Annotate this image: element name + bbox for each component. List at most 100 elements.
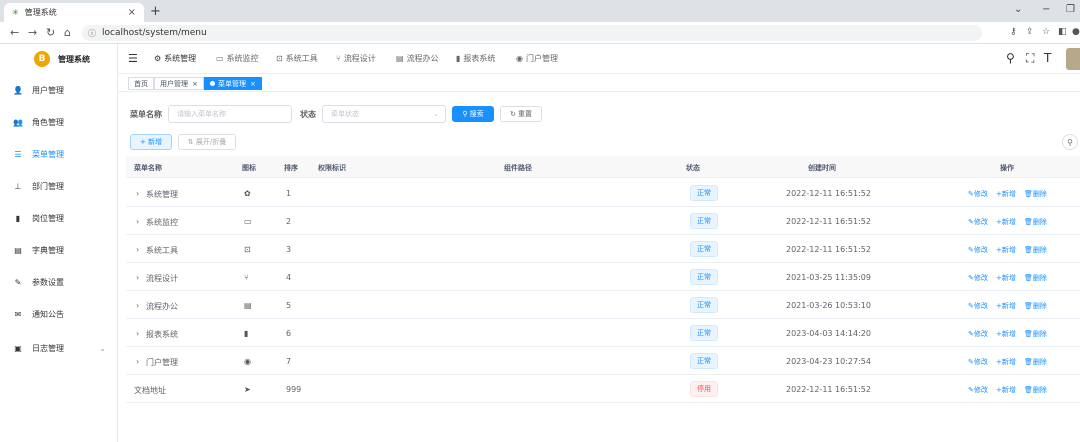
- expand-chevron-icon[interactable]: ›: [136, 357, 139, 366]
- fullscreen-icon[interactable]: ⛶: [1026, 51, 1034, 66]
- back-icon[interactable]: ←: [10, 26, 19, 39]
- key-icon[interactable]: ⚷: [1010, 27, 1017, 37]
- status-badge: 正常: [690, 269, 718, 285]
- url-field[interactable]: ⓘ localhost/system/menu: [82, 25, 982, 41]
- expand-collapse-button[interactable]: ⇅ 展开/折叠: [178, 134, 236, 150]
- edit-button[interactable]: ✎修改: [968, 189, 988, 199]
- table-row[interactable]: › 系统管理 ✿ 1 正常 2022-12-11 16:51:52 ✎修改 +新增 🗑删除: [126, 179, 1080, 207]
- order-cell: 5: [286, 301, 292, 310]
- sidebar-item[interactable]: ✎ 参数设置: [0, 272, 118, 292]
- topnav-item[interactable]: ▤ 流程办公: [396, 53, 439, 64]
- table-row[interactable]: › 系统监控 ▭ 2 正常 2022-12-11 16:51:52 ✎修改 +新增 🗑删除: [126, 207, 1080, 235]
- home-icon[interactable]: ⌂: [64, 26, 71, 39]
- topnav-item[interactable]: ▮ 报表系统: [456, 53, 495, 64]
- topnav-item[interactable]: ▭ 系统监控: [216, 53, 259, 64]
- edit-button[interactable]: ✎修改: [968, 329, 988, 339]
- search-icon[interactable]: ⚲: [1006, 51, 1015, 65]
- add-child-button[interactable]: +新增: [996, 189, 1016, 199]
- sidebar-item[interactable]: ▤ 字典管理: [0, 240, 118, 260]
- add-child-button[interactable]: +新增: [996, 217, 1016, 227]
- edit-button[interactable]: ✎修改: [968, 273, 988, 283]
- add-child-button[interactable]: +新增: [996, 357, 1016, 367]
- delete-button[interactable]: 🗑删除: [1024, 385, 1047, 395]
- delete-button[interactable]: 🗑删除: [1024, 329, 1047, 339]
- delete-button[interactable]: 🗑删除: [1024, 217, 1047, 227]
- close-icon[interactable]: ×: [250, 80, 256, 88]
- table-row[interactable]: › 流程办公 ▤ 5 正常 2021-03-26 10:53:10 ✎修改 +新增 🗑删除: [126, 291, 1080, 319]
- sidebar-item-label: 参数设置: [32, 277, 64, 287]
- delete-button[interactable]: 🗑删除: [1024, 273, 1047, 283]
- expand-chevron-icon[interactable]: ›: [136, 189, 139, 198]
- col-name: 菜单名称: [134, 164, 162, 172]
- add-child-button[interactable]: +新增: [996, 385, 1016, 395]
- edit-button[interactable]: ✎修改: [968, 357, 988, 367]
- star-icon[interactable]: ☆: [1042, 27, 1050, 37]
- top-navbar: ☰ ⚙ 系统管理 ▭ 系统监控 ⊡ 系统工具 ⑂ 流程设计 ▤ 流程办公 ▮ 报表系统 ◉ 门户管理 ⚲ …: [118, 44, 1080, 74]
- tag-menu[interactable]: 菜单管理 ×: [204, 77, 262, 90]
- reload-icon[interactable]: ↻: [46, 26, 55, 39]
- topnav-item-label: 流程办公: [406, 54, 439, 63]
- sidebar-item[interactable]: ▮ 岗位管理: [0, 208, 118, 228]
- reset-button[interactable]: ↻ 重置: [500, 106, 542, 122]
- sidebar-item[interactable]: ▣ 日志管理 ⌄: [0, 338, 118, 358]
- delete-button[interactable]: 🗑删除: [1024, 189, 1047, 199]
- tag-user[interactable]: 用户管理 ×: [154, 77, 204, 90]
- profile-icon[interactable]: ●: [1072, 27, 1080, 37]
- sidebar-item[interactable]: ✉ 通知公告: [0, 304, 118, 324]
- expand-chevron-icon[interactable]: ›: [136, 301, 139, 310]
- chevron-down-icon[interactable]: ⌄: [1014, 4, 1022, 15]
- table-row[interactable]: › 系统工具 ⊡ 3 正常 2022-12-11 16:51:52 ✎修改 +新增 🗑删除: [126, 235, 1080, 263]
- sidebar-item[interactable]: 👥 角色管理: [0, 112, 118, 132]
- add-child-button[interactable]: +新增: [996, 273, 1016, 283]
- sidebar-item[interactable]: ☰ 菜单管理: [0, 144, 118, 164]
- topnav-item[interactable]: ⊡ 系统工具: [276, 53, 318, 64]
- browser-tab[interactable]: ✳ 管理系统 ×: [4, 3, 144, 22]
- tag-home[interactable]: 首页: [128, 77, 154, 90]
- restore-icon[interactable]: ❐: [1066, 4, 1075, 15]
- hamburger-icon[interactable]: ☰: [128, 52, 138, 65]
- minimize-icon[interactable]: −: [1042, 4, 1050, 15]
- table-row[interactable]: 文档地址 ➤ 999 停用 2022-12-11 16:51:52 ✎修改 +新增 🗑删除: [126, 375, 1080, 403]
- edit-button[interactable]: ✎修改: [968, 217, 988, 227]
- status-select[interactable]: 菜单状态 ⌄: [322, 105, 446, 123]
- created-cell: 2022-12-11 16:51:52: [786, 189, 871, 198]
- topnav-item[interactable]: ◉ 门户管理: [516, 53, 558, 64]
- info-icon[interactable]: ⓘ: [88, 28, 96, 39]
- edit-button[interactable]: ✎修改: [968, 245, 988, 255]
- avatar[interactable]: [1066, 48, 1080, 70]
- close-icon[interactable]: ×: [192, 80, 198, 88]
- add-child-button[interactable]: +新增: [996, 245, 1016, 255]
- toggle-search-icon[interactable]: ⚲: [1062, 134, 1078, 150]
- search-button[interactable]: ⚲ 搜索: [452, 106, 494, 122]
- share-icon[interactable]: ⇪: [1026, 27, 1034, 37]
- sidebar-item-label: 角色管理: [32, 117, 64, 127]
- table-row[interactable]: › 门户管理 ◉ 7 正常 2023-04-23 10:27:54 ✎修改 +新增 🗑删除: [126, 347, 1080, 375]
- topnav-item[interactable]: ⑂ 流程设计: [336, 53, 376, 64]
- menu-name-input[interactable]: 请输入菜单名称: [168, 105, 292, 123]
- flow-icon: ⑂: [244, 273, 249, 282]
- expand-chevron-icon[interactable]: ›: [136, 217, 139, 226]
- table-row[interactable]: › 报表系统 ▮ 6 正常 2023-04-03 14:14:20 ✎修改 +新增 🗑删除: [126, 319, 1080, 347]
- sidebar-item[interactable]: ⊥ 部门管理: [0, 176, 118, 196]
- expand-chevron-icon[interactable]: ›: [136, 273, 139, 282]
- edit-button[interactable]: ✎修改: [968, 301, 988, 311]
- font-size-icon[interactable]: T: [1044, 51, 1051, 65]
- gear-icon: ✿: [244, 189, 251, 198]
- edit-button[interactable]: ✎修改: [968, 385, 988, 395]
- delete-button[interactable]: 🗑删除: [1024, 357, 1047, 367]
- delete-button[interactable]: 🗑删除: [1024, 245, 1047, 255]
- topnav-item[interactable]: ⚙ 系统管理: [154, 53, 196, 64]
- close-tab-icon[interactable]: ×: [128, 7, 136, 18]
- delete-button[interactable]: 🗑删除: [1024, 301, 1047, 311]
- sidebar-item[interactable]: 👤 用户管理: [0, 80, 118, 100]
- add-button[interactable]: + 新增: [130, 134, 172, 150]
- expand-chevron-icon[interactable]: ›: [136, 245, 139, 254]
- expand-chevron-icon[interactable]: ›: [136, 329, 139, 338]
- forward-icon[interactable]: →: [28, 26, 37, 39]
- add-child-button[interactable]: +新增: [996, 329, 1016, 339]
- app-title: 管理系统: [58, 54, 90, 64]
- add-child-button[interactable]: +新增: [996, 301, 1016, 311]
- table-row[interactable]: › 流程设计 ⑂ 4 正常 2021-03-25 11:35:09 ✎修改 +新增 🗑删除: [126, 263, 1080, 291]
- new-tab-icon[interactable]: +: [150, 4, 161, 19]
- sidepanel-icon[interactable]: ◧: [1058, 27, 1067, 37]
